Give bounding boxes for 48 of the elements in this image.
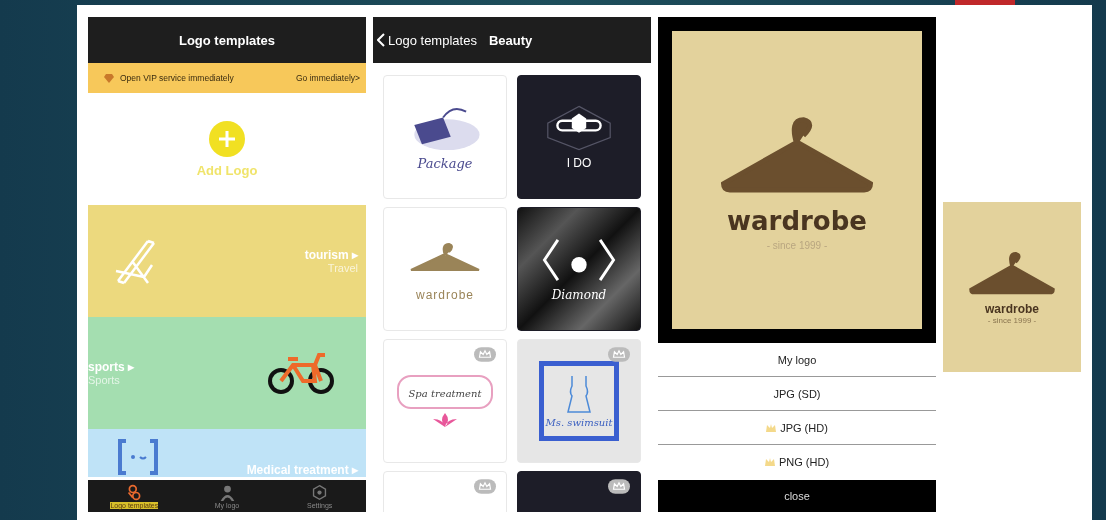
logo-text: wardrobe [416, 288, 474, 302]
logo-name: wardrobe [727, 205, 867, 236]
close-button[interactable]: close [658, 480, 936, 512]
logo-template-card[interactable]: Diamond [517, 207, 641, 331]
rings-icon [125, 483, 143, 501]
logo-text: Ms. swimsuit [545, 417, 613, 428]
logo-text: I DO [566, 156, 592, 170]
crown-badge-icon [608, 479, 630, 494]
crown-badge-icon [474, 347, 496, 362]
category-title: Medical treatment ▸ [246, 463, 358, 477]
screen-title: Beauty [488, 32, 533, 48]
back-button[interactable]: Logo templates [377, 32, 477, 48]
chevron-left-icon [377, 33, 385, 47]
export-option[interactable]: My logo [658, 343, 936, 377]
export-option[interactable]: PNG (HD) [658, 445, 936, 479]
screen-title: Logo templates [178, 32, 276, 48]
option-label: JPG (SD) [773, 387, 821, 400]
logo-tagline: - since 1999 - [987, 316, 1037, 325]
logo-name: wardrobe [985, 302, 1039, 316]
category-title: tourism ▸ [304, 248, 358, 262]
bicycle-icon [266, 351, 336, 395]
option-label: JPG (HD) [780, 421, 828, 434]
face-bracket-icon [118, 437, 158, 477]
logo-template-card[interactable]: I DO [517, 75, 641, 199]
slide-marker [955, 0, 1015, 5]
export-option[interactable]: JPG (SD) [658, 377, 936, 411]
crown-badge-icon [474, 479, 496, 494]
category-subtitle: Travel [327, 262, 358, 274]
logo-text: Diamond [551, 288, 607, 302]
add-icon[interactable] [209, 120, 245, 157]
crown-badge-icon [608, 347, 630, 362]
diamond-icon [104, 73, 114, 83]
settings-icon [311, 483, 329, 501]
export-option[interactable]: JPG (HD) [658, 411, 936, 445]
swimsuit-icon [564, 374, 594, 414]
option-label: My logo [777, 353, 817, 366]
category-title: sports ▸ [88, 360, 134, 374]
vip-text: Open VIP service immediately [120, 73, 235, 83]
category-subtitle: Sports [88, 374, 120, 386]
logo-template-card[interactable]: Package [383, 75, 507, 199]
option-label: PNG (HD) [778, 456, 830, 468]
logo-template-card[interactable]: Spa treatment [383, 339, 507, 463]
person-icon [218, 483, 236, 501]
logo-template-card[interactable]: Ms. swimsuit [517, 339, 641, 463]
logo-text: Spa treatment [408, 388, 482, 399]
vip-link[interactable]: Go immediately> [296, 73, 360, 83]
logo-text: Package [417, 155, 473, 171]
logo-template-card[interactable]: wardrobe [383, 207, 507, 331]
